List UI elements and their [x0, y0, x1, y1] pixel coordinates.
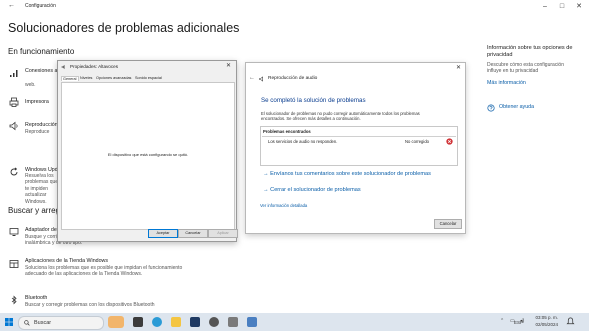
- item-title: Adaptador de: [25, 227, 57, 233]
- item-title: Impresora: [25, 99, 49, 105]
- privacy-title: Información sobre tus opciones de privac…: [487, 45, 573, 58]
- speaker-icon: [61, 64, 65, 70]
- get-help-label: Obtener ayuda: [499, 104, 535, 110]
- file-explorer-icon[interactable]: [171, 317, 181, 327]
- search-placeholder: Buscar: [34, 320, 52, 326]
- item-title: Conexiones a: [25, 68, 58, 74]
- notification-icon[interactable]: [566, 317, 575, 326]
- tab-spatial-sound[interactable]: Sonido espacial: [134, 76, 163, 80]
- problem-text[interactable]: Los servicios de audio no responden.: [268, 139, 337, 144]
- troubleshooter-window: ✕ ← Reproducción de audio Se completó la…: [245, 62, 466, 234]
- tray-arrow-icon[interactable]: ⌃: [500, 318, 504, 324]
- item-store-apps[interactable]: Aplicaciones de la Tienda Windows Soluci…: [8, 256, 188, 286]
- close-troubleshooter-link[interactable]: → Cerrar el solucionador de problemas: [263, 187, 361, 193]
- page-title: Solucionadores de problemas adicionales: [8, 21, 240, 35]
- problem-status: No corregido: [405, 139, 429, 144]
- back-arrow-icon[interactable]: ←: [249, 75, 255, 81]
- speaker-icon: [259, 76, 263, 82]
- item-audio-playback[interactable]: Reproducción Reproduce: [8, 119, 58, 139]
- printer-icon: [9, 97, 19, 107]
- bluetooth-icon: [11, 295, 17, 305]
- edge-icon[interactable]: [152, 317, 162, 327]
- more-info-link[interactable]: Más información: [487, 80, 526, 86]
- signal-icon: [10, 70, 18, 77]
- task-view-icon[interactable]: [133, 317, 143, 327]
- ok-button[interactable]: Aceptar: [148, 229, 178, 238]
- minimize-button[interactable]: –: [538, 2, 552, 12]
- item-windows-update[interactable]: Windows Upd Resuelva los problemas que t…: [8, 164, 58, 205]
- cancel-button[interactable]: Cancelar: [178, 229, 208, 238]
- clock-date[interactable]: 02/05/2024: [528, 322, 558, 327]
- speaker-icon: [9, 121, 18, 131]
- app-icon[interactable]: [247, 317, 257, 327]
- tab-advanced[interactable]: Opciones avanzadas: [95, 76, 132, 80]
- properties-dialog: Propiedades: Altavoces ✕ General Niveles…: [57, 60, 238, 242]
- search-icon: [24, 320, 30, 326]
- back-arrow-icon[interactable]: ←: [8, 2, 16, 9]
- cancel-button[interactable]: Cancelar: [434, 219, 462, 229]
- refresh-icon: [10, 167, 18, 176]
- item-bluetooth[interactable]: Bluetooth Buscar y corregir problemas co…: [8, 293, 188, 311]
- result-body: El solucionador de problemas no pudo cor…: [261, 111, 420, 122]
- tab-content: El dispositivo que está configurando se …: [61, 82, 235, 230]
- language-indicator[interactable]: ESP: [514, 320, 523, 325]
- dialog-title: Propiedades: Altavoces: [70, 64, 119, 69]
- item-desc: Buscar y corregir problemas con los disp…: [25, 302, 155, 308]
- feedback-link[interactable]: → Envíanos tus comentarios sobre este so…: [263, 171, 431, 177]
- divider: [262, 136, 456, 137]
- store-icon: [9, 260, 19, 268]
- tab-general[interactable]: General: [61, 76, 79, 81]
- item-printer[interactable]: Impresora: [8, 96, 58, 114]
- control-panel-icon[interactable]: [228, 317, 238, 327]
- tab-levels[interactable]: Niveles: [79, 76, 93, 80]
- feedback-link-label: Envíanos tus comentarios sobre este solu…: [270, 171, 431, 177]
- news-widget-icon[interactable]: [108, 316, 124, 328]
- item-desc: web.: [25, 82, 36, 88]
- error-icon: [446, 138, 453, 145]
- monitor-icon: [9, 228, 19, 236]
- details-link[interactable]: Ver información detallada: [260, 203, 307, 208]
- result-heading: Se completó la solución de problemas: [261, 97, 366, 104]
- close-icon[interactable]: ✕: [226, 62, 231, 69]
- app-title: Configuración: [25, 3, 56, 9]
- help-icon: [487, 104, 495, 112]
- dialog-message: El dispositivo que está configurando se …: [107, 152, 189, 157]
- settings-gear-icon[interactable]: [209, 317, 219, 327]
- section-running-title: En funcionamiento: [8, 47, 75, 56]
- item-connections[interactable]: Conexiones a web.: [8, 66, 58, 90]
- clock-time[interactable]: 03:05 p. m.: [528, 315, 558, 320]
- close-icon[interactable]: ✕: [456, 64, 461, 71]
- item-desc: Soluciona los problemas que es posible q…: [25, 265, 183, 278]
- title-bar: ← Configuración – □ ✕: [0, 0, 589, 14]
- privacy-desc: Descubre cómo esta configuración influye…: [487, 62, 564, 75]
- maximize-button[interactable]: □: [555, 2, 569, 12]
- store-app-icon[interactable]: [190, 317, 200, 327]
- section-find-title: Buscar y arregl: [8, 206, 62, 215]
- windows-start-icon[interactable]: [5, 318, 13, 326]
- problems-header: Problemas encontrados: [263, 129, 311, 134]
- item-title: Reproducción: [25, 122, 58, 128]
- close-troubleshooter-label: Cerrar el solucionador de problemas: [270, 187, 361, 193]
- get-help-link[interactable]: Obtener ayuda: [487, 103, 547, 113]
- close-button[interactable]: ✕: [572, 2, 586, 12]
- apply-button[interactable]: Aplicar: [208, 229, 238, 238]
- item-title: Bluetooth: [25, 295, 48, 301]
- troubleshooter-title: Reproducción de audio: [268, 76, 318, 81]
- item-title: Aplicaciones de la Tienda Windows: [25, 258, 109, 264]
- item-desc: Reproduce: [25, 129, 50, 135]
- taskbar: Buscar ⌃ ▭ ◂) ESP 03:05 p. m. 02/05/2024: [0, 313, 589, 331]
- problems-table: Problemas encontrados Los servicios de a…: [260, 126, 458, 166]
- search-box[interactable]: Buscar: [18, 316, 104, 330]
